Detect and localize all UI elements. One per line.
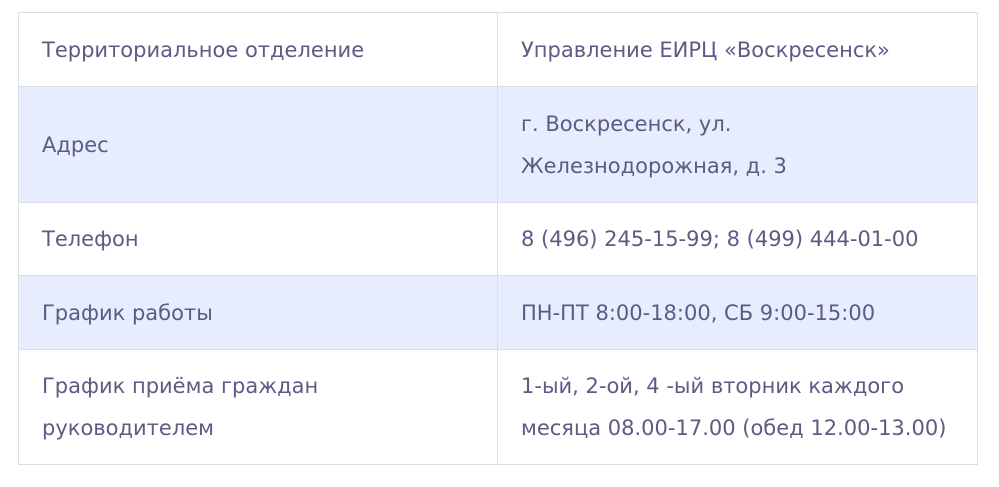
table-row-office: Территориальное отделение Управление ЕИР… <box>18 12 978 87</box>
work-schedule-label: График работы <box>18 275 498 350</box>
phone-value: 8 (496) 245-15-99; 8 (499) 444-01-00 <box>497 202 978 276</box>
office-label: Территориальное отделение <box>18 12 498 87</box>
table-row-reception-schedule: График приёма граждан руководителем 1-ый… <box>18 349 978 465</box>
phone-label: Телефон <box>18 202 498 276</box>
work-schedule-value: ПН-ПТ 8:00-18:00, СБ 9:00-15:00 <box>497 275 978 350</box>
reception-schedule-label: График приёма граждан руководителем <box>18 349 498 465</box>
table-row-address: Адрес г. Воскресенск, ул. Железнодорожна… <box>18 86 978 203</box>
address-value: г. Воскресенск, ул. Железнодорожная, д. … <box>497 86 978 203</box>
office-value: Управление ЕИРЦ «Воскресенск» <box>497 12 978 87</box>
table-row-phone: Телефон 8 (496) 245-15-99; 8 (499) 444-0… <box>18 202 978 276</box>
table-row-work-schedule: График работы ПН-ПТ 8:00-18:00, СБ 9:00-… <box>18 275 978 350</box>
office-info-table: Территориальное отделение Управление ЕИР… <box>18 12 978 465</box>
address-label: Адрес <box>18 86 498 203</box>
reception-schedule-value: 1-ый, 2-ой, 4 -ый вторник каждого месяца… <box>497 349 978 465</box>
